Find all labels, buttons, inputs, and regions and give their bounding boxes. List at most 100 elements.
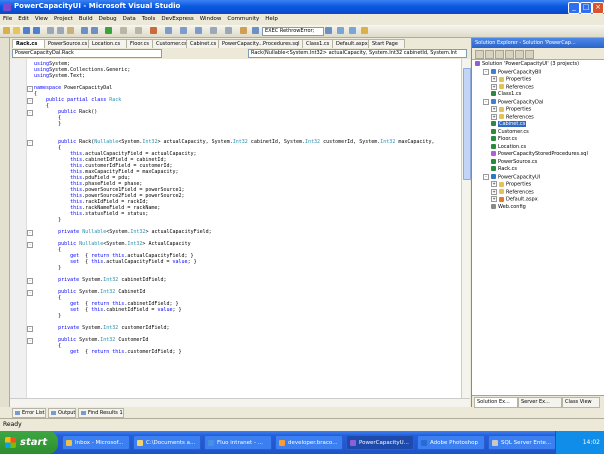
- breakpoint-icon[interactable]: [150, 27, 157, 34]
- tree-node[interactable]: Rack.cs: [491, 166, 517, 173]
- taskbar-button[interactable]: C:\Documents a...: [133, 435, 201, 450]
- tree-node[interactable]: PowerSource.cs: [491, 158, 537, 166]
- menu-window[interactable]: Window: [197, 14, 225, 25]
- tree-node[interactable]: + References: [491, 113, 534, 121]
- show-all-files-icon[interactable]: [485, 50, 494, 59]
- collapse-icon[interactable]: -: [483, 173, 489, 180]
- fold-toggle-icon[interactable]: -: [27, 278, 33, 284]
- close-button[interactable]: ×: [592, 2, 604, 14]
- taskbar-button[interactable]: PowerCapacityU...: [346, 435, 414, 450]
- save-all-icon[interactable]: [33, 27, 40, 34]
- bottom-tab[interactable]: Error List: [12, 408, 46, 418]
- config-dropdown-icon[interactable]: [120, 27, 127, 34]
- taskbar-button[interactable]: Inbox - Microsof...: [62, 435, 130, 450]
- solution-explorer-icon[interactable]: [337, 27, 344, 34]
- view-designer-icon[interactable]: [515, 50, 524, 59]
- menu-tools[interactable]: Tools: [139, 14, 159, 25]
- expand-icon[interactable]: +: [491, 196, 497, 202]
- collapse-icon[interactable]: -: [483, 98, 489, 105]
- tree-node[interactable]: + Properties: [491, 181, 531, 188]
- bottom-tab[interactable]: Output: [48, 408, 77, 418]
- menu-view[interactable]: View: [32, 14, 51, 25]
- menu-debug[interactable]: Debug: [96, 14, 120, 25]
- tree-node[interactable]: Cabinet.cs: [491, 121, 527, 128]
- expand-icon[interactable]: +: [491, 76, 497, 82]
- fold-toggle-icon[interactable]: -: [27, 140, 33, 146]
- expand-icon[interactable]: +: [491, 181, 497, 187]
- menu-community[interactable]: Community: [224, 14, 262, 25]
- scrollbar-thumb[interactable]: [463, 68, 471, 180]
- taskbar-button[interactable]: Adobe Photoshop: [417, 435, 485, 450]
- fold-toggle-icon[interactable]: -: [27, 242, 33, 248]
- find-in-files-icon[interactable]: [325, 27, 332, 34]
- taskbar-button[interactable]: SQL Server Ente...: [488, 435, 556, 450]
- code-editor[interactable]: usingSystem; usingSystem.Collections.Gene…: [10, 59, 461, 398]
- menu-build[interactable]: Build: [76, 14, 96, 25]
- editor-vertical-scrollbar[interactable]: [461, 59, 471, 398]
- tree-node[interactable]: Location.cs: [491, 143, 526, 151]
- bottom-tab[interactable]: Find Results 1: [78, 408, 124, 418]
- tree-node[interactable]: + Properties: [491, 106, 531, 113]
- refresh-icon[interactable]: [495, 50, 504, 59]
- tree-node[interactable]: Floor.cs: [491, 136, 517, 143]
- uncomment-icon[interactable]: [225, 27, 232, 34]
- fold-toggle-icon[interactable]: -: [27, 230, 33, 236]
- minimize-button[interactable]: _: [568, 2, 580, 14]
- view-code-icon[interactable]: [505, 50, 514, 59]
- start-button[interactable]: start: [0, 431, 58, 454]
- start-debug-icon[interactable]: [105, 27, 112, 34]
- tree-node[interactable]: Web.config: [491, 203, 526, 211]
- toolbox-icon[interactable]: [361, 27, 368, 34]
- properties-icon[interactable]: [349, 27, 356, 34]
- tree-node[interactable]: + References: [491, 188, 534, 196]
- bookmark-icon[interactable]: [240, 27, 247, 34]
- fold-toggle-icon[interactable]: -: [27, 290, 33, 296]
- copy-icon[interactable]: [57, 27, 64, 34]
- class-dropdown[interactable]: PowerCapacityDal.Rack: [12, 49, 162, 58]
- platform-dropdown-icon[interactable]: [135, 27, 142, 34]
- menu-data[interactable]: Data: [120, 14, 139, 25]
- taskbar-button[interactable]: Fluo intranet - ...: [204, 435, 272, 450]
- step-over-icon[interactable]: [180, 27, 187, 34]
- menu-project[interactable]: Project: [51, 14, 76, 25]
- save-icon[interactable]: [23, 27, 30, 34]
- tree-node[interactable]: + Default.aspx: [491, 196, 538, 203]
- new-project-icon[interactable]: [3, 27, 10, 34]
- find-combo-input[interactable]: EXEC RethrowError;: [262, 27, 324, 36]
- menu-edit[interactable]: Edit: [15, 14, 32, 25]
- expand-icon[interactable]: +: [491, 188, 497, 195]
- fold-toggle-icon[interactable]: -: [27, 86, 33, 92]
- step-icon[interactable]: [165, 27, 172, 34]
- tree-node[interactable]: PowerCapacityStoredProcedures.sql: [491, 151, 588, 158]
- menu-help[interactable]: Help: [262, 14, 281, 25]
- tree-node[interactable]: Solution 'PowerCapacityUI' (3 projects): [475, 61, 579, 68]
- redo-icon[interactable]: [91, 27, 98, 34]
- open-icon[interactable]: [13, 27, 20, 34]
- panel-tab[interactable]: Server Ex...: [518, 397, 562, 408]
- undo-icon[interactable]: [81, 27, 88, 34]
- tree-node[interactable]: + References: [491, 83, 534, 91]
- member-dropdown[interactable]: Rack(Nullable<System.Int32> actualCapaci…: [248, 49, 467, 58]
- tree-node[interactable]: Customer.cs: [491, 128, 529, 136]
- menu-file[interactable]: File: [0, 14, 15, 25]
- paste-icon[interactable]: [67, 27, 74, 34]
- menu-devexpress[interactable]: DevExpress: [158, 14, 196, 25]
- panel-tab[interactable]: Solution Ex...: [474, 397, 518, 408]
- find-icon[interactable]: [252, 27, 259, 34]
- expand-icon[interactable]: +: [491, 106, 497, 112]
- tree-node[interactable]: - PowerCapacityUI: [483, 173, 540, 181]
- tree-node[interactable]: - PowerCapacityDal: [483, 98, 543, 106]
- view-class-diagram-icon[interactable]: [525, 50, 534, 59]
- fold-toggle-icon[interactable]: -: [27, 326, 33, 332]
- taskbar-button[interactable]: developer.braco...: [275, 435, 343, 450]
- panel-tab[interactable]: Class View: [562, 397, 600, 408]
- step-out-icon[interactable]: [195, 27, 202, 34]
- tree-node[interactable]: - PowerCapacityBll: [483, 68, 541, 76]
- cut-icon[interactable]: [47, 27, 54, 34]
- maximize-button[interactable]: □: [580, 2, 592, 14]
- fold-toggle-icon[interactable]: -: [27, 110, 33, 116]
- expand-icon[interactable]: +: [491, 83, 497, 90]
- tree-node[interactable]: Class1.cs: [491, 91, 521, 98]
- tree-node[interactable]: + Properties: [491, 76, 531, 83]
- fold-toggle-icon[interactable]: -: [27, 338, 33, 344]
